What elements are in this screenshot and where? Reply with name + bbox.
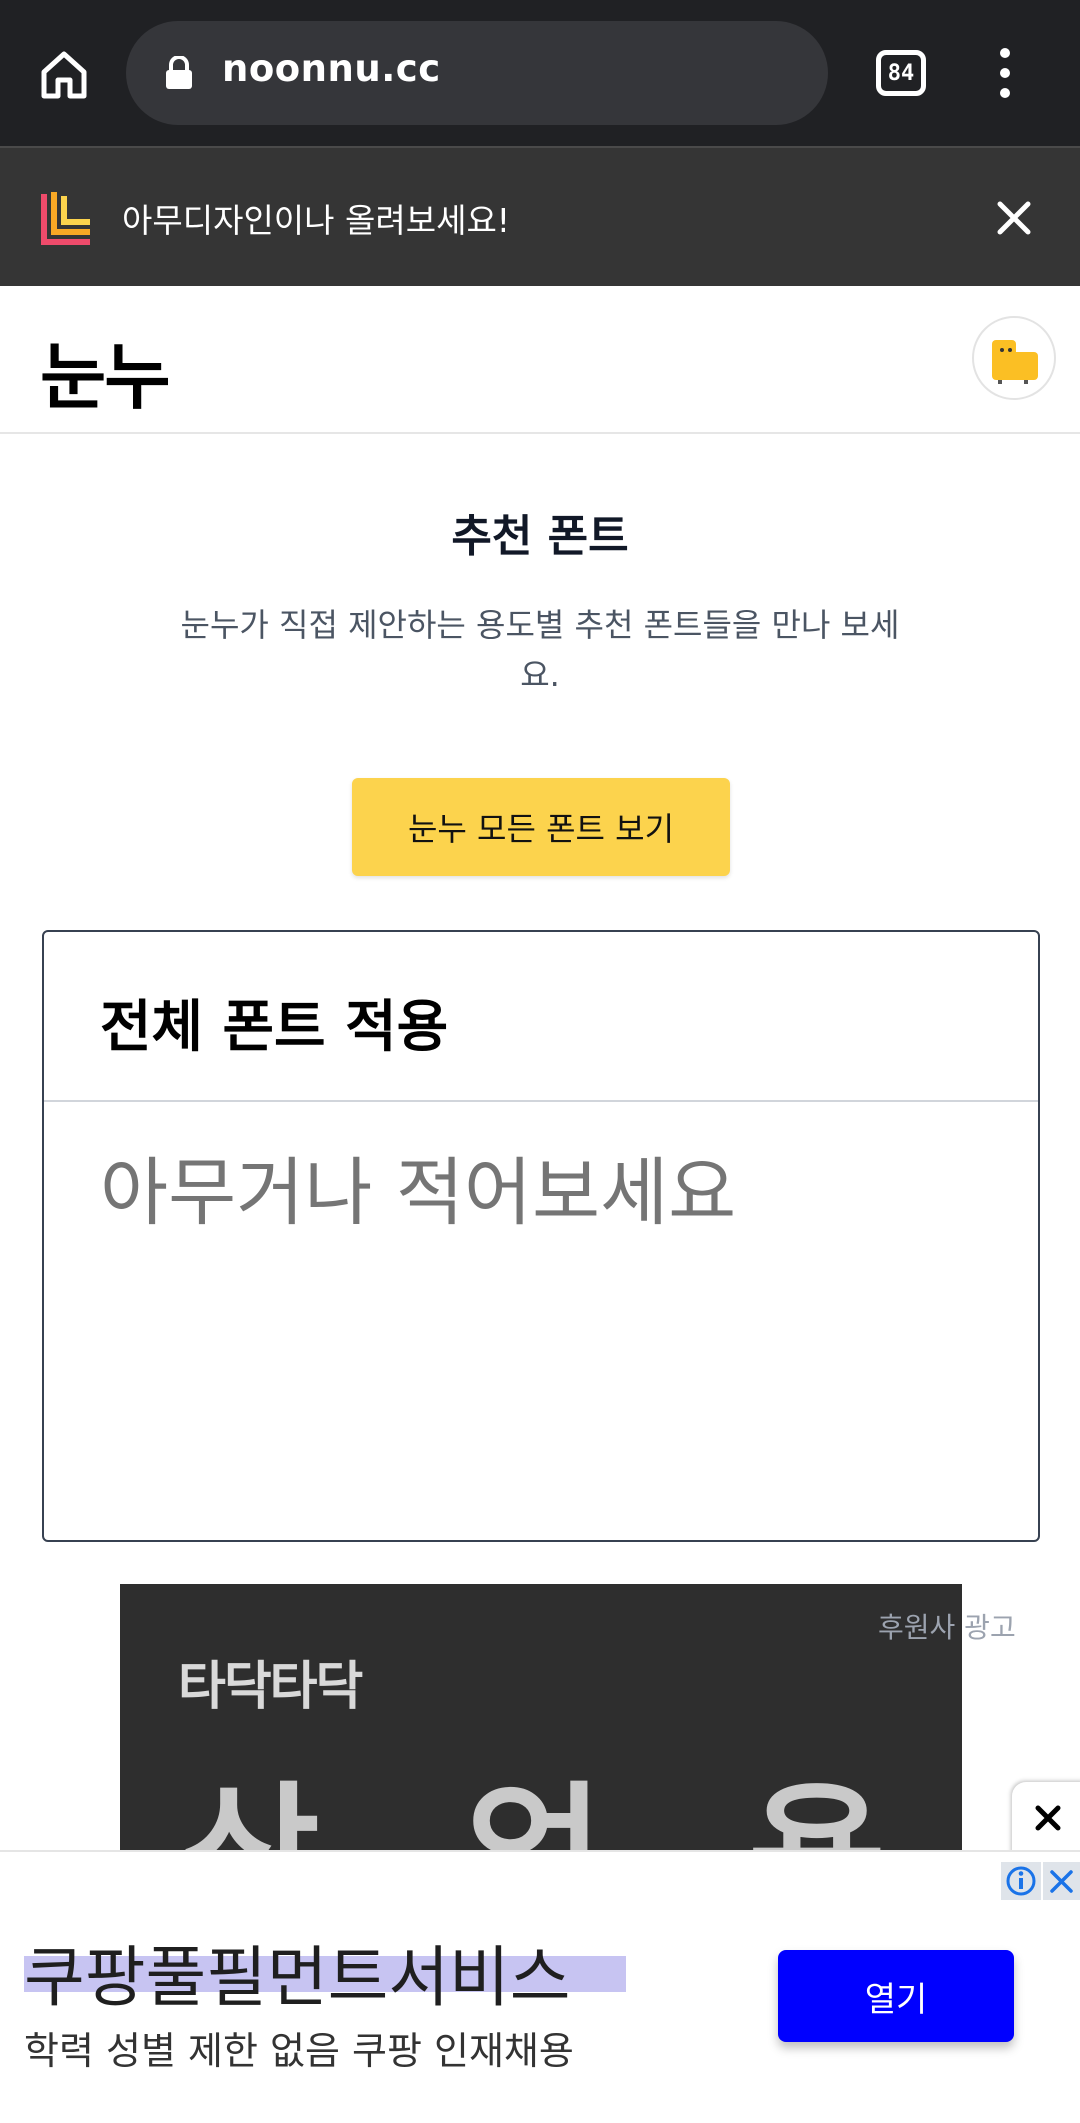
ad-subtext: 학력 성별 제한 없음 쿠팡 인재채용 <box>24 2029 574 2073</box>
font-preview-header: 전체 폰트 적용 <box>44 932 1038 1102</box>
close-icon <box>1035 1805 1061 1831</box>
tab-switcher-button[interactable]: 84 <box>876 50 926 96</box>
ad-close-button[interactable] <box>1012 1782 1080 1854</box>
ad-info-icon[interactable] <box>1001 1862 1041 1900</box>
browser-toolbar: noonnu.cc 84 <box>0 0 1080 146</box>
sponsor-image-big-text: 상 <box>182 1734 320 1850</box>
promo-banner: 아무디자인이나 올려보세요! <box>0 146 1080 286</box>
page-description: 눈누가 직접 제안하는 용도별 추천 폰트들을 만나 보세요. <box>180 606 900 694</box>
ad-headline-container: 쿠팡풀필먼트서비스 <box>24 1924 626 2020</box>
url-text: noonnu.cc <box>222 47 441 90</box>
sponsor-image-big-text: 업 <box>466 1734 604 1850</box>
ad-headline[interactable]: 쿠팡풀필먼트서비스 <box>24 1924 570 2020</box>
sponsor-label: 후원사 광고 <box>878 1611 1016 1644</box>
duck-icon <box>992 340 1038 384</box>
page-title: 추천 폰트 <box>451 511 629 562</box>
ad-open-button[interactable]: 열기 <box>778 1950 1014 2042</box>
more-menu-icon[interactable] <box>990 48 1020 100</box>
font-preview-input[interactable] <box>100 1150 980 1236</box>
font-preview-card: 전체 폰트 적용 <box>42 930 1040 1542</box>
site-header: 눈누 <box>0 286 1080 434</box>
sponsor-ad-image[interactable]: 타닥타닥 상 업 용 <box>120 1584 962 1850</box>
font-preview-title: 전체 폰트 적용 <box>100 995 449 1060</box>
banner-text: 아무디자인이나 올려보세요! <box>122 201 511 240</box>
home-icon[interactable] <box>34 44 94 104</box>
view-all-fonts-button[interactable]: 눈누 모든 폰트 보기 <box>352 778 730 876</box>
avatar[interactable] <box>972 316 1056 400</box>
site-logo[interactable]: 눈누 <box>40 318 170 423</box>
sponsor-image-big-text: 용 <box>748 1734 886 1850</box>
sponsor-image-small-text: 타닥타닥 <box>178 1657 363 1717</box>
ad-close-icon[interactable] <box>1043 1862 1080 1900</box>
bottom-ad[interactable]: 쿠팡풀필먼트서비스 학력 성별 제한 없음 쿠팡 인재채용 열기 <box>0 1850 1080 2123</box>
close-icon[interactable] <box>994 198 1034 238</box>
address-bar[interactable]: noonnu.cc <box>126 21 828 125</box>
lock-icon <box>164 55 194 90</box>
banner-logo-icon <box>40 188 92 246</box>
